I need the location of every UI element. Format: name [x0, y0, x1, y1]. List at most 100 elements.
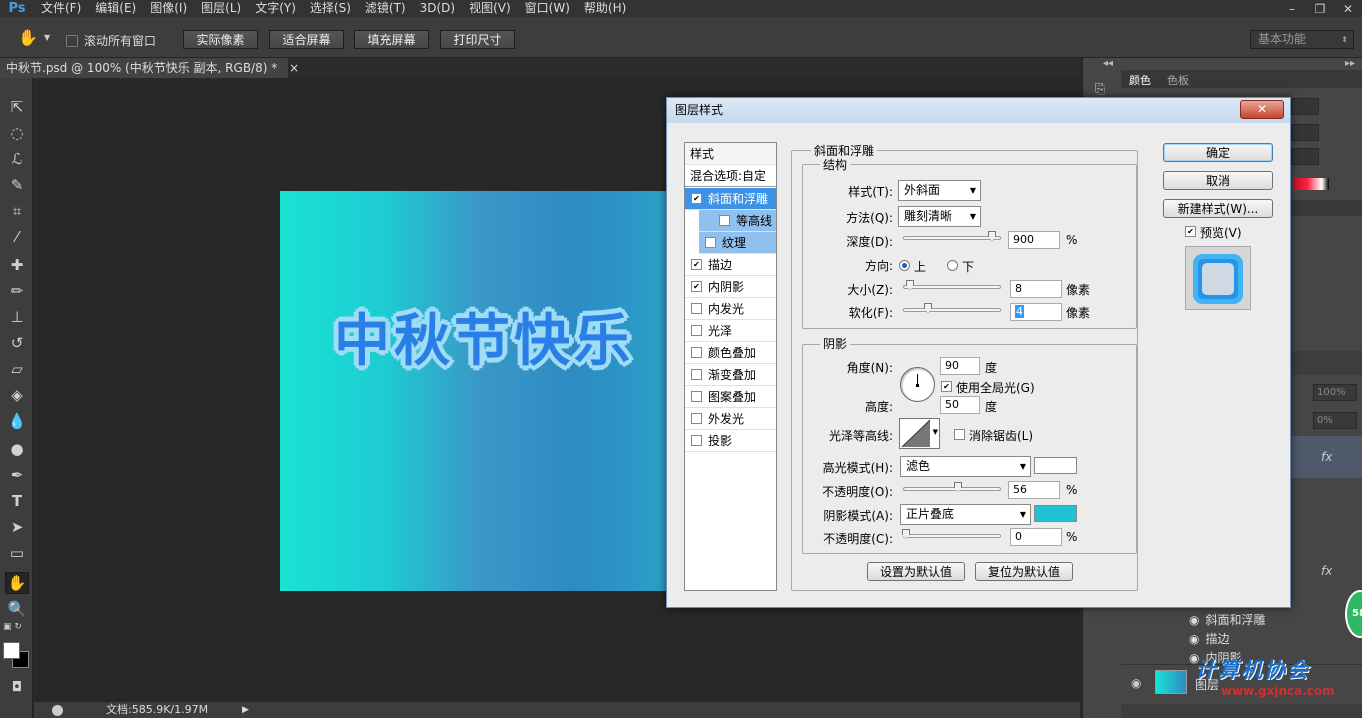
texture-checkbox[interactable] [705, 237, 716, 248]
styles-header[interactable]: 样式 [685, 143, 776, 165]
angle-dial[interactable] [900, 367, 935, 402]
dialog-title-bar[interactable]: 图层样式 ✕ [667, 98, 1290, 123]
paint-bucket-tool-icon[interactable]: ◈ [5, 384, 29, 406]
color-slider-b[interactable] [1291, 148, 1319, 165]
hand-tool-icon[interactable]: ✋ [5, 572, 29, 594]
shadow-opacity-input[interactable]: 0 [1010, 528, 1062, 546]
brush-tool-icon[interactable]: ✏ [5, 280, 29, 302]
style-item-color-overlay[interactable]: 颜色叠加 [685, 342, 776, 364]
tool-preset-dropdown-icon[interactable]: ▼ [44, 33, 50, 42]
dialog-close-button[interactable]: ✕ [1240, 100, 1284, 119]
shape-tool-icon[interactable]: ▭ [5, 542, 29, 564]
zoom-tool-icon[interactable]: 🔍 [5, 598, 29, 620]
document-tab-close-icon[interactable]: × [289, 61, 299, 75]
style-select[interactable]: 外斜面 ▼ [898, 180, 981, 201]
minimize-button[interactable]: – [1278, 0, 1306, 17]
reset-default-button[interactable]: 复位为默认值 [975, 562, 1073, 581]
style-item-pattern-overlay[interactable]: 图案叠加 [685, 386, 776, 408]
history-icon[interactable]: ⎘ [1095, 82, 1105, 97]
angle-input[interactable]: 90 [940, 357, 980, 375]
style-item-inner-shadow[interactable]: ✔ 内阴影 [685, 276, 776, 298]
fill-field[interactable]: 0% [1313, 412, 1357, 429]
shadow-color-swatch[interactable] [1034, 505, 1077, 522]
menu-3d[interactable]: 3D(D) [413, 0, 462, 17]
menu-filter[interactable]: 滤镜(T) [358, 0, 413, 17]
blend-options-item[interactable]: 混合选项:自定 [685, 165, 776, 187]
direction-down-radio[interactable] [947, 260, 958, 271]
eye-icon[interactable]: ◉ [1189, 632, 1199, 646]
style-item-bevel-emboss[interactable]: ✔ 斜面和浮雕 [685, 188, 776, 210]
hand-tool-icon[interactable]: ✋ [18, 28, 38, 47]
scroll-all-windows-checkbox[interactable]: 滚动所有窗口 [66, 32, 156, 49]
quick-mask-icon[interactable]: ◘ [5, 676, 29, 698]
set-default-button[interactable]: 设置为默认值 [867, 562, 965, 581]
layer-effect-item[interactable]: ◉ 斜面和浮雕 [1189, 611, 1266, 628]
soften-slider-thumb[interactable] [924, 303, 932, 313]
status-menu-arrow-icon[interactable]: ▶ [242, 702, 249, 718]
menu-image[interactable]: 图像(I) [143, 0, 194, 17]
pattern-overlay-checkbox[interactable] [691, 391, 702, 402]
style-item-texture[interactable]: 纹理 [699, 232, 776, 254]
contour-checkbox[interactable] [719, 215, 730, 226]
highlight-mode-select[interactable]: 滤色 ▼ [900, 456, 1031, 477]
size-input[interactable]: 8 [1010, 280, 1062, 298]
depth-slider-thumb[interactable] [988, 231, 996, 241]
stamp-tool-icon[interactable]: ⊥ [5, 306, 29, 328]
opacity-field[interactable]: 100% [1313, 384, 1357, 401]
menu-edit[interactable]: 编辑(E) [88, 0, 143, 17]
altitude-input[interactable]: 50 [940, 396, 980, 414]
menu-type[interactable]: 文字(Y) [248, 0, 303, 17]
swap-colors-icon[interactable]: ▣ ↻ [3, 622, 31, 632]
style-item-contour[interactable]: 等高线 [699, 210, 776, 232]
menu-window[interactable]: 窗口(W) [518, 0, 577, 17]
size-slider-thumb[interactable] [906, 280, 914, 290]
marquee-tool-icon[interactable]: ◌ [5, 122, 29, 144]
layer-fx-icon-2[interactable]: fx [1321, 564, 1332, 578]
scroll-all-checkbox-box[interactable] [66, 34, 78, 47]
menu-file[interactable]: 文件(F) [34, 0, 88, 17]
shadow-opacity-slider[interactable] [902, 529, 1001, 539]
highlight-opacity-input[interactable]: 56 [1008, 481, 1060, 499]
foreground-color-swatch[interactable] [3, 642, 20, 659]
antialias-checkbox[interactable] [954, 429, 965, 440]
highlight-opacity-slider[interactable] [903, 482, 1001, 492]
tab-swatches[interactable]: 色板 [1167, 72, 1189, 88]
shadow-mode-select[interactable]: 正片叠底 ▼ [900, 504, 1031, 525]
pen-tool-icon[interactable]: ✒ [5, 464, 29, 486]
menu-select[interactable]: 选择(S) [303, 0, 358, 17]
actual-pixels-button[interactable]: 实际像素 [183, 30, 258, 49]
notification-badge[interactable]: 58 [1345, 590, 1362, 638]
menu-view[interactable]: 视图(V) [462, 0, 518, 17]
global-light-checkbox[interactable]: ✔ [941, 381, 952, 392]
lasso-tool-icon[interactable]: ℒ [5, 148, 29, 170]
eyedropper-tool-icon[interactable]: ⁄ [5, 226, 29, 248]
style-item-gradient-overlay[interactable]: 渐变叠加 [685, 364, 776, 386]
shadow-opacity-thumb[interactable] [902, 529, 910, 539]
workspace-dropdown[interactable]: 基本功能 ⬍ [1250, 30, 1354, 49]
cancel-button[interactable]: 取消 [1163, 171, 1273, 190]
depth-slider[interactable] [903, 231, 1001, 241]
panel-collapse-icon-2[interactable]: ▸▸ [1345, 58, 1355, 69]
panel-collapse-icon[interactable]: ◂◂ [1103, 58, 1113, 69]
menu-layer[interactable]: 图层(L) [194, 0, 248, 17]
color-overlay-checkbox[interactable] [691, 347, 702, 358]
layer-visibility-eye-icon[interactable]: ◉ [1131, 676, 1141, 690]
menu-help[interactable]: 帮助(H) [577, 0, 633, 17]
color-spectrum-bar[interactable] [1293, 178, 1329, 190]
outer-glow-checkbox[interactable] [691, 413, 702, 424]
restore-button[interactable]: ❐ [1306, 0, 1334, 17]
depth-input[interactable]: 900 [1008, 231, 1060, 249]
gradient-overlay-checkbox[interactable] [691, 369, 702, 380]
history-brush-tool-icon[interactable]: ↺ [5, 332, 29, 354]
tab-color[interactable]: 颜色 [1129, 72, 1151, 88]
style-item-inner-glow[interactable]: 内发光 [685, 298, 776, 320]
crop-tool-icon[interactable]: ⌗ [5, 200, 29, 222]
move-tool-icon[interactable]: ⇱ [5, 96, 29, 118]
inner-shadow-checkbox[interactable]: ✔ [691, 281, 702, 292]
color-slider-r[interactable] [1291, 98, 1319, 115]
stroke-checkbox[interactable]: ✔ [691, 259, 702, 270]
quick-select-tool-icon[interactable]: ✎ [5, 174, 29, 196]
direction-up-radio[interactable] [899, 260, 910, 271]
size-slider[interactable] [903, 280, 1001, 290]
highlight-color-swatch[interactable] [1034, 457, 1077, 474]
